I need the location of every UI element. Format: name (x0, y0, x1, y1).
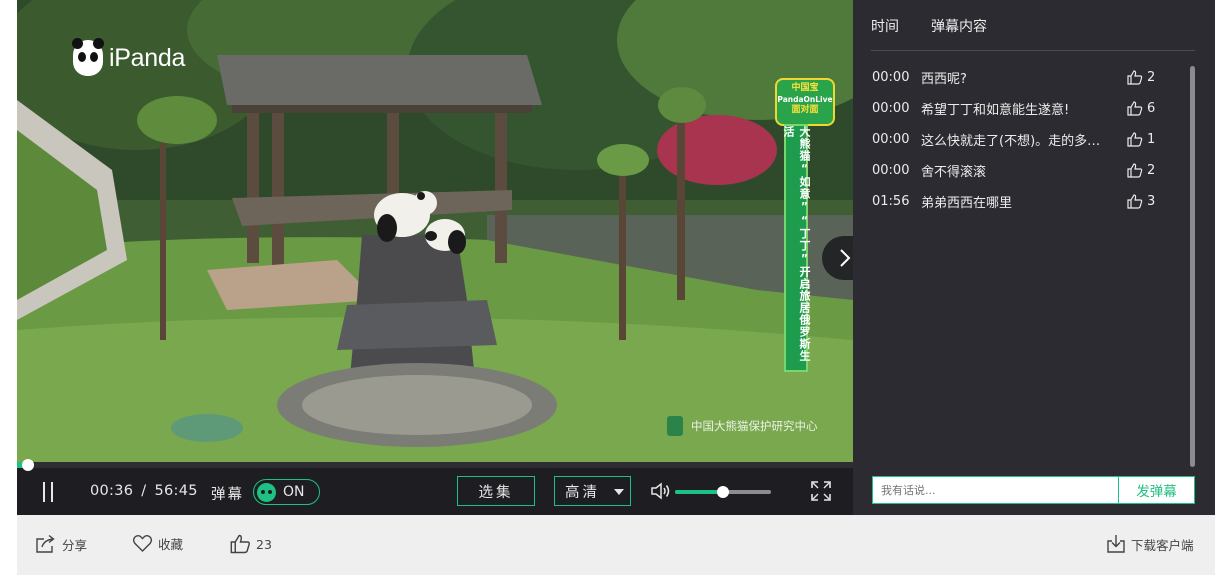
show-badge-line-2: PandaOnLive (777, 95, 833, 104)
select-episode-button[interactable]: 选集 (457, 476, 535, 506)
show-badge: 中国宝 PandaOnLive 面对面 (775, 78, 835, 126)
danmu-like-count: 1 (1147, 132, 1156, 147)
show-badge-line-1: 中国宝 (791, 83, 819, 93)
page-gutter (1215, 0, 1231, 575)
time-display: 00:36 / 56:45 (90, 483, 198, 499)
thumbs-up-icon (1127, 70, 1143, 85)
page-root: iPanda 中国宝 PandaOnLive 面对面 大熊猫“如意”“丁丁”开启… (0, 0, 1231, 575)
danmu-toggle-state: ON (283, 484, 305, 500)
like-count: 23 (256, 536, 272, 552)
quality-label: 高清 (565, 484, 600, 501)
show-badge-line-3: 面对面 (791, 105, 819, 115)
danmu-time: 00:00 (872, 70, 910, 85)
panda-logo-icon (72, 38, 104, 76)
danmu-like-count: 2 (1147, 163, 1156, 178)
thumbs-up-icon (230, 534, 250, 554)
danmu-time: 00:00 (872, 163, 910, 178)
vertical-caption: 大熊猫“如意”“丁丁”开启旅居俄罗斯生活 (782, 124, 811, 372)
send-danmu-button[interactable]: 发弹幕 (1118, 476, 1195, 504)
speaker-icon (651, 482, 670, 500)
current-time: 00:36 (90, 483, 134, 499)
logo-text: iPanda (109, 43, 186, 72)
share-label: 分享 (62, 537, 88, 553)
duration: 56:45 (154, 483, 198, 499)
danmu-input[interactable] (872, 476, 1118, 504)
danmu-text: 弟弟西西在哪里 (921, 196, 1013, 211)
danmu-panel: 时间 弹幕内容 00:00 西西呢? 2 00:00 希望丁丁和如意能生遂意! … (853, 0, 1215, 515)
video-frame[interactable]: iPanda 中国宝 PandaOnLive 面对面 大熊猫“如意”“丁丁”开启… (17, 0, 853, 462)
danmu-time: 01:56 (872, 194, 910, 209)
danmu-text: 这么快就走了(不想)。走的多回... (921, 134, 1111, 149)
ipanda-logo: iPanda (72, 38, 186, 76)
danmu-like-button[interactable]: 1 (1127, 132, 1155, 147)
heart-icon (132, 535, 153, 552)
danmu-row[interactable]: 00:00 希望丁丁和如意能生遂意! 6 (872, 93, 1172, 124)
thumbs-up-icon (1127, 194, 1143, 209)
danmu-row[interactable]: 00:00 这么快就走了(不想)。走的多回... 1 (872, 124, 1172, 155)
volume-handle[interactable] (717, 486, 729, 498)
pause-button[interactable] (41, 482, 55, 502)
danmu-like-button[interactable]: 2 (1127, 163, 1155, 178)
danmu-like-count: 3 (1147, 194, 1156, 209)
share-icon (36, 534, 55, 553)
quality-select[interactable]: 高清 (554, 476, 631, 506)
volume-slider[interactable] (675, 486, 771, 498)
danmu-time: 00:00 (872, 101, 910, 116)
danmu-text: 希望丁丁和如意能生遂意! (921, 103, 1070, 118)
danmu-text: 西西呢? (921, 72, 967, 87)
danmu-toggle[interactable]: ON (253, 479, 320, 505)
thumbs-up-icon (1127, 132, 1143, 147)
danmu-list: 00:00 西西呢? 2 00:00 希望丁丁和如意能生遂意! 6 00:00 … (872, 62, 1172, 217)
video-player: iPanda 中国宝 PandaOnLive 面对面 大熊猫“如意”“丁丁”开启… (17, 0, 862, 515)
danmu-like-button[interactable]: 2 (1127, 70, 1155, 85)
download-label: 下载客户端 (1131, 537, 1194, 553)
danmu-text: 舍不得滚滚 (921, 165, 987, 180)
fullscreen-button[interactable] (810, 480, 832, 502)
danmu-composer: 发弹幕 (872, 476, 1195, 504)
thumbs-up-icon (1127, 101, 1143, 116)
time-separator: / (141, 483, 147, 499)
column-content: 弹幕内容 (931, 19, 987, 35)
download-client-button[interactable]: 下载客户端 (1106, 534, 1194, 554)
column-time: 时间 (871, 19, 899, 35)
danmu-like-count: 2 (1147, 70, 1156, 85)
favorite-label: 收藏 (158, 537, 184, 552)
danmu-like-count: 6 (1147, 101, 1156, 116)
danmu-row[interactable]: 00:00 舍不得滚滚 2 (872, 155, 1172, 186)
danmu-like-button[interactable]: 3 (1127, 194, 1155, 209)
danmu-panel-header: 时间 弹幕内容 (871, 0, 1195, 51)
chevron-right-icon (840, 249, 851, 267)
action-bar: 分享 收藏 23 下载客户端 (17, 515, 1215, 575)
volume-button[interactable] (650, 481, 672, 501)
watermark-text: 中国大熊猫保护研究中心 (691, 419, 818, 433)
danmu-row[interactable]: 00:00 西西呢? 2 (872, 62, 1172, 93)
danmu-scrollbar[interactable] (1190, 66, 1195, 467)
progress-bar[interactable] (17, 459, 853, 471)
share-button[interactable]: 分享 (35, 534, 87, 554)
favorite-button[interactable]: 收藏 (132, 534, 183, 553)
watermark-seal-icon (667, 416, 683, 436)
caret-down-icon (614, 489, 624, 495)
danmu-label: 弹幕 (211, 487, 244, 503)
player-controls: 00:36 / 56:45 弹幕 ON 选集 高清 (17, 470, 853, 515)
volume-fill (675, 490, 723, 494)
danmu-toggle-icon (257, 482, 276, 502)
thumbs-up-icon (1127, 163, 1143, 178)
broadcaster-watermark: 中国大熊猫保护研究中心 (667, 416, 818, 436)
danmu-row[interactable]: 01:56 弟弟西西在哪里 3 (872, 186, 1172, 217)
danmu-time: 00:00 (872, 132, 910, 147)
download-icon (1107, 535, 1125, 553)
fullscreen-icon (811, 481, 831, 501)
danmu-like-button[interactable]: 6 (1127, 101, 1155, 116)
like-button[interactable]: 23 (230, 534, 272, 554)
